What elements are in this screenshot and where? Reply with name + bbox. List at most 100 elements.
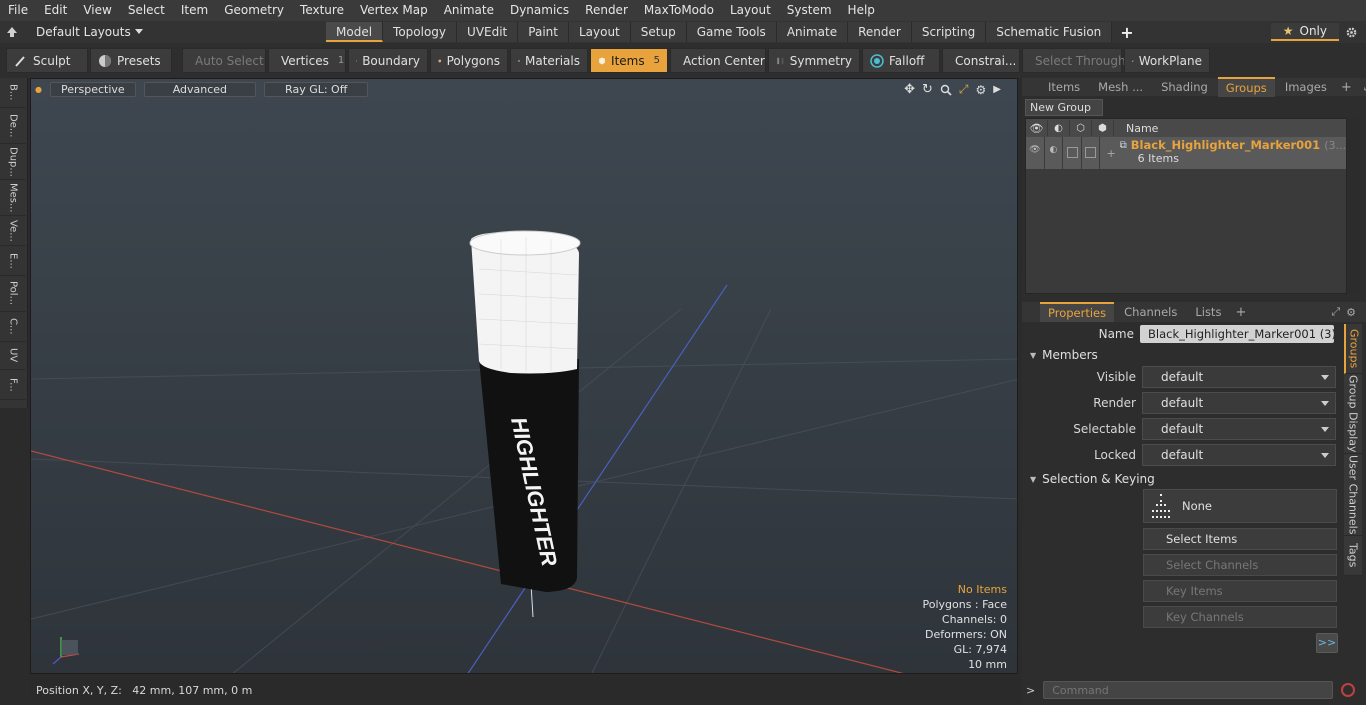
menu-file[interactable]: File (0, 0, 36, 21)
tab-items[interactable]: Items (1040, 78, 1088, 96)
menu-maxtomodo[interactable]: MaxToModo (636, 0, 722, 21)
materials-button[interactable]: Materials (510, 48, 588, 73)
expand-toggle[interactable]: + (1106, 147, 1115, 160)
tab-layout[interactable]: Layout (568, 22, 631, 42)
maximize-view-icon[interactable]: ⤢ (959, 82, 969, 97)
menu-layout[interactable]: Layout (722, 0, 779, 21)
tab-groups[interactable]: Groups (1217, 77, 1275, 97)
vertices-button[interactable]: Vertices 1 (268, 48, 346, 73)
menu-edit[interactable]: Edit (36, 0, 75, 21)
tab-images[interactable]: Images (1277, 78, 1335, 96)
new-group-button[interactable]: New Group (1025, 99, 1103, 116)
expand-icon[interactable]: ⤢ (1331, 305, 1340, 319)
symmetry-button[interactable]: Symmetry (768, 48, 860, 73)
left-tab-10[interactable]: F... (0, 370, 26, 400)
presets-button[interactable]: Presets (90, 48, 172, 73)
left-tab-2[interactable]: De... (0, 108, 26, 144)
record-icon[interactable] (1341, 683, 1356, 697)
render-column[interactable]: ◐ (1048, 120, 1070, 136)
left-tab-4[interactable]: Mes... (0, 180, 26, 216)
menu-item[interactable]: Item (173, 0, 216, 21)
row-lock[interactable] (1063, 137, 1082, 169)
name-field[interactable]: Black_Highlighter_Marker001 (3) (1140, 325, 1334, 343)
tab-render[interactable]: Render (848, 22, 912, 42)
viewport-settings-icon[interactable]: ⚙ (976, 83, 987, 97)
add-panel-tab[interactable]: + (1337, 80, 1356, 95)
tab-topology[interactable]: Topology (383, 22, 458, 42)
polygons-button[interactable]: Polygons (430, 48, 508, 73)
workplane-button[interactable]: WorkPlane (1124, 48, 1210, 73)
left-tab-7[interactable]: Pol... (0, 276, 26, 312)
upload-icon[interactable] (6, 26, 18, 38)
sculpt-button[interactable]: Sculpt (6, 48, 88, 73)
left-tab-1[interactable]: B... (0, 78, 26, 108)
tab-mesh[interactable]: Mesh ... (1090, 78, 1151, 96)
visible-dropdown[interactable]: default (1142, 366, 1336, 388)
tab-scripting[interactable]: Scripting (911, 22, 987, 42)
move-view-icon[interactable]: ✥ (904, 82, 915, 97)
menu-render[interactable]: Render (577, 0, 636, 21)
key-channels-button[interactable]: Key Channels (1143, 606, 1337, 628)
left-tab-8[interactable]: C... (0, 312, 26, 342)
add-tab-button[interactable]: + (1112, 23, 1141, 42)
side-tab-user-channels[interactable]: User Channels (1344, 454, 1362, 536)
visibility-column[interactable]: 👁 (1026, 120, 1048, 136)
left-tab-3[interactable]: Dup... (0, 144, 26, 180)
menu-help[interactable]: Help (840, 0, 883, 21)
boundary-button[interactable]: Boundary (348, 48, 428, 73)
side-tab-tags[interactable]: Tags (1344, 536, 1362, 576)
render-dropdown[interactable]: default (1142, 392, 1336, 414)
items-button[interactable]: Items 5 (590, 48, 668, 73)
tab-channels[interactable]: Channels (1116, 303, 1185, 321)
panel-settings-icon[interactable]: ⚙ (1346, 306, 1356, 319)
tab-setup[interactable]: Setup (630, 22, 687, 42)
menu-view[interactable]: View (75, 0, 119, 21)
only-toggle[interactable]: ★ Only (1270, 23, 1339, 41)
menu-dynamics[interactable]: Dynamics (502, 0, 577, 21)
selection-keying-section-header[interactable]: ▼ Selection & Keying (1022, 470, 1155, 488)
rotate-view-icon[interactable]: ↻ (922, 82, 933, 97)
select-items-button[interactable]: Select Items (1143, 528, 1337, 550)
falloff-button[interactable]: Falloff (862, 48, 940, 73)
layout-selector[interactable]: Default Layouts (0, 21, 326, 43)
constraints-button[interactable]: Constrai... (942, 48, 1020, 73)
left-tab-9[interactable]: UV (0, 342, 26, 370)
tab-uvedit[interactable]: UVEdit (457, 22, 519, 42)
tab-paint[interactable]: Paint (518, 22, 569, 42)
viewport-menu-dot[interactable]: ● (35, 85, 42, 94)
row-render[interactable]: ◐ (1045, 137, 1064, 169)
left-tab-5[interactable]: Ve... (0, 216, 26, 246)
locked-dropdown[interactable]: default (1142, 444, 1336, 466)
tab-lists[interactable]: Lists (1187, 303, 1229, 321)
key-items-button[interactable]: Key Items (1143, 580, 1337, 602)
tab-shading[interactable]: Shading (1153, 78, 1216, 96)
selectable-dropdown[interactable]: default (1142, 418, 1336, 440)
row-select[interactable] (1082, 137, 1101, 169)
row-visibility[interactable]: 👁 (1026, 137, 1045, 169)
tab-animate[interactable]: Animate (776, 22, 849, 42)
select-channels-button[interactable]: Select Channels (1143, 554, 1337, 576)
more-button[interactable]: >> (1316, 633, 1338, 653)
menu-system[interactable]: System (779, 0, 840, 21)
side-tab-groups[interactable]: Groups (1344, 324, 1362, 374)
left-tab-6[interactable]: E... (0, 246, 26, 276)
tab-game-tools[interactable]: Game Tools (686, 22, 777, 42)
3d-viewport[interactable]: HIGHLIGHTER ● Perspective Advanced Ray G… (30, 78, 1018, 674)
menu-animate[interactable]: Animate (436, 0, 502, 21)
action-center-button[interactable]: Action Center (670, 48, 766, 73)
members-section-header[interactable]: ▼ Members (1022, 346, 1098, 364)
none-button[interactable]: None (1143, 489, 1337, 523)
auto-select-button[interactable]: Auto Select (182, 48, 266, 73)
menu-texture[interactable]: Texture (292, 0, 352, 21)
command-input[interactable] (1043, 681, 1334, 699)
group-row[interactable]: 👁 ◐ + ⧉ Black_Highlighter_Marker001 (3..… (1026, 137, 1346, 169)
tab-properties[interactable]: Properties (1040, 302, 1115, 322)
tab-schematic-fusion[interactable]: Schematic Fusion (986, 22, 1113, 42)
tab-model[interactable]: Model (326, 22, 384, 42)
groups-scrollbar[interactable] (1348, 118, 1362, 294)
zoom-icon[interactable] (940, 84, 952, 96)
perspective-button[interactable]: Perspective (49, 82, 136, 97)
select-column[interactable]: ⬢ (1092, 120, 1114, 136)
add-properties-tab[interactable]: + (1231, 305, 1250, 320)
lock-column[interactable]: ⬡ (1070, 120, 1092, 136)
